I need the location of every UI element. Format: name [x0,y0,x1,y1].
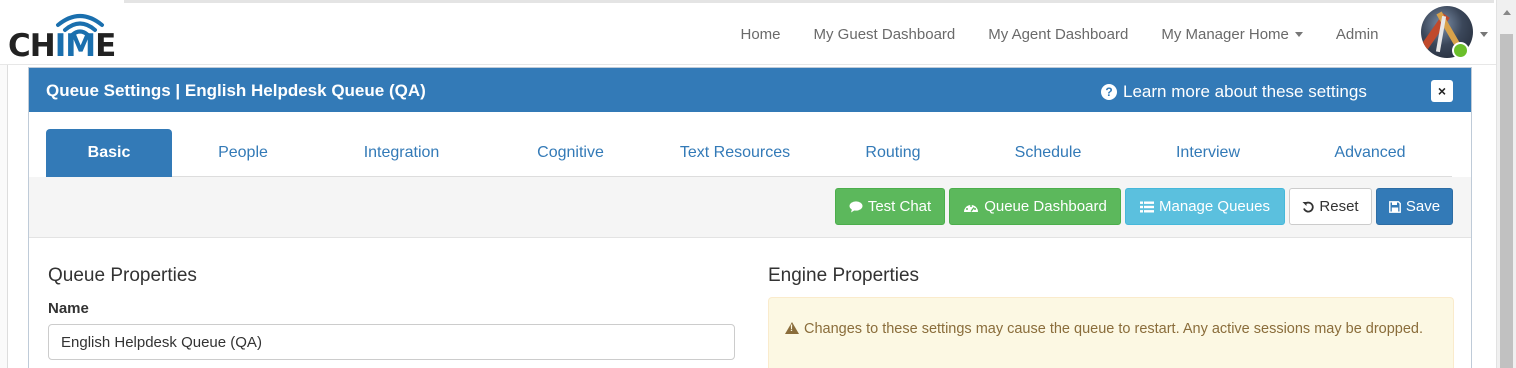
reset-label: Reset [1319,198,1359,215]
nav-guest-dashboard[interactable]: My Guest Dashboard [797,26,972,43]
tab-interview[interactable]: Interview [1128,129,1288,177]
tab-advanced[interactable]: Advanced [1288,129,1452,177]
restart-warning-text: Changes to these settings may cause the … [804,321,1424,337]
queue-dashboard-label: Queue Dashboard [984,198,1107,215]
chime-logo[interactable]: CHIME [8,9,126,64]
save-button[interactable]: Save [1376,188,1453,225]
comment-icon [849,200,863,213]
restart-warning-alert: Changes to these settings may cause the … [768,297,1454,368]
manage-queues-button[interactable]: Manage Queues [1125,188,1285,225]
reset-button[interactable]: Reset [1289,188,1372,225]
question-circle-icon: ? [1101,84,1117,100]
scrollbar-thumb[interactable] [1500,34,1513,368]
online-status-icon [1452,42,1469,59]
nav-admin[interactable]: Admin [1319,26,1395,43]
learn-more-link[interactable]: ? Learn more about these settings [1101,82,1367,102]
close-button[interactable]: × [1431,80,1453,102]
manage-queues-label: Manage Queues [1159,198,1270,215]
tab-schedule[interactable]: Schedule [968,129,1128,177]
engine-properties-heading: Engine Properties [768,265,920,286]
nav-home[interactable]: Home [724,26,797,43]
scroll-up-icon[interactable] [1503,10,1511,15]
page-scrollbar[interactable] [1496,0,1516,368]
nav-manager-home-label: My Manager Home [1161,25,1289,43]
queue-settings-modal: Queue Settings | English Helpdesk Queue … [28,67,1472,368]
modal-title: Queue Settings | English Helpdesk Queue … [46,81,426,100]
test-chat-label: Test Chat [867,198,932,215]
save-label: Save [1405,198,1441,215]
settings-tabs: Basic People Integration Cognitive Text … [46,129,1452,177]
learn-more-label: Learn more about these settings [1123,82,1367,101]
caret-down-icon [1294,32,1303,38]
tab-routing[interactable]: Routing [818,129,968,177]
nav-manager-home[interactable]: My Manager Home [1145,26,1320,43]
floppy-disk-icon [1388,200,1401,213]
main-nav: Home My Guest Dashboard My Agent Dashboa… [724,3,1395,65]
nav-agent-dashboard[interactable]: My Agent Dashboard [972,26,1145,43]
queue-properties-heading: Queue Properties [48,265,197,286]
queue-name-input[interactable] [48,324,735,360]
name-label: Name [48,300,89,317]
tab-text-resources[interactable]: Text Resources [652,129,818,177]
user-menu-caret-icon[interactable] [1480,32,1488,37]
modal-header: Queue Settings | English Helpdesk Queue … [29,68,1471,112]
dashboard-gauge-icon [963,201,979,213]
tab-cognitive[interactable]: Cognitive [489,129,652,177]
background-page-edge [0,65,8,368]
tab-people[interactable]: People [172,129,314,177]
tab-basic[interactable]: Basic [46,129,172,177]
logo-wordmark: CHIME [8,28,116,64]
queue-dashboard-button[interactable]: Queue Dashboard [949,188,1121,225]
tab-integration[interactable]: Integration [314,129,489,177]
warning-triangle-icon [785,322,799,334]
top-navbar: CHIME Home My Guest Dashboard My Agent D… [0,3,1496,65]
list-icon [1140,201,1155,213]
action-toolbar: Test Chat Queue Dashboard Manage Queues … [29,177,1471,238]
test-chat-button[interactable]: Test Chat [835,188,945,225]
undo-icon [1302,201,1315,213]
